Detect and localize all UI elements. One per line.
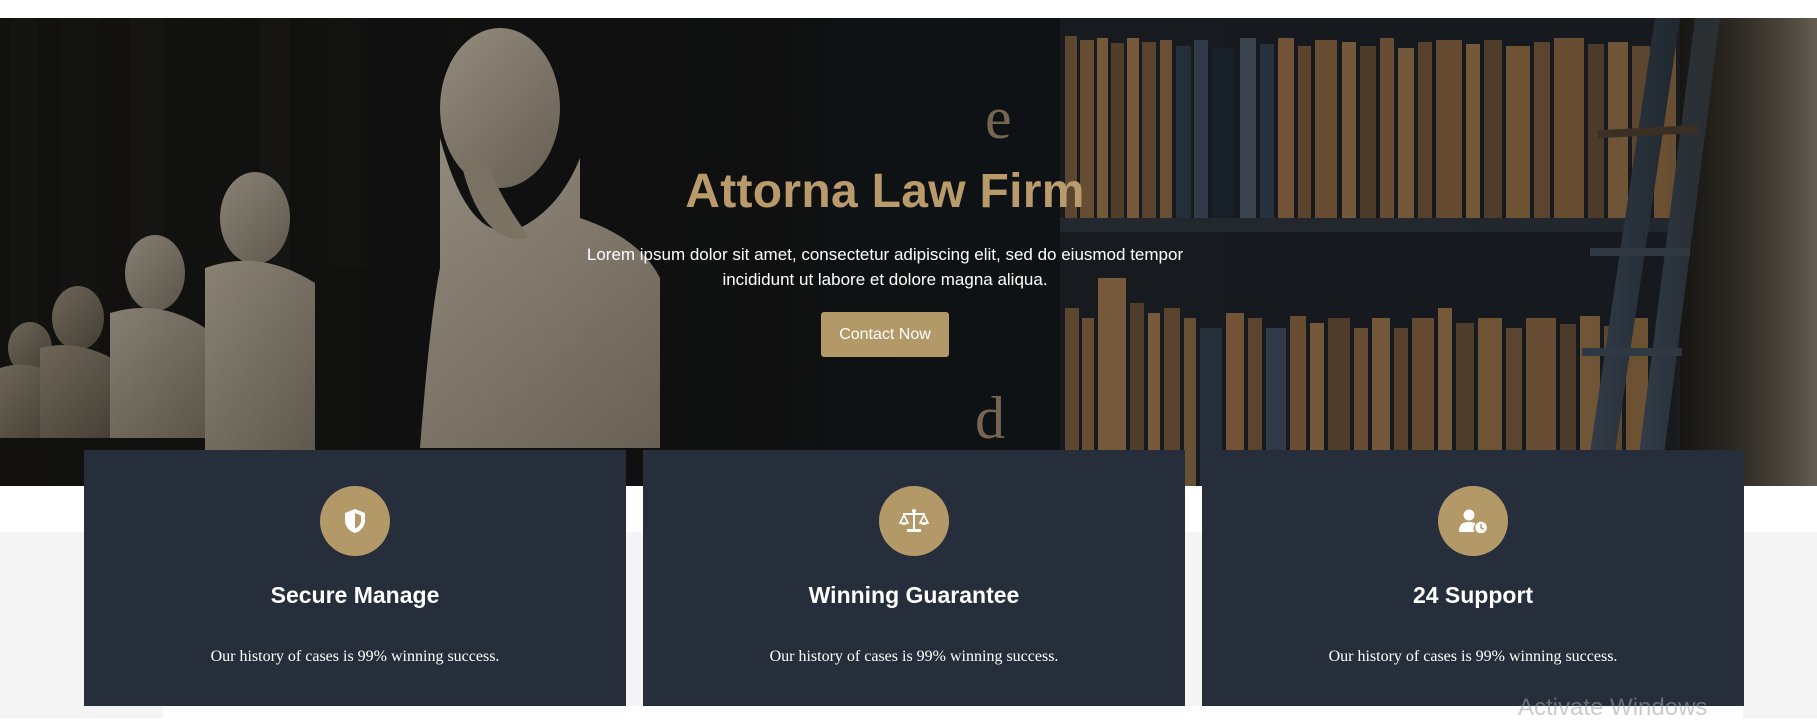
feature-card-24-support: 24 Support Our history of cases is 99% w… [1202, 450, 1744, 706]
feature-text: Our history of cases is 99% winning succ… [210, 648, 500, 665]
feature-title: Winning Guarantee [808, 582, 1020, 608]
hero-description: Lorem ipsum dolor sit amet, consectetur … [586, 245, 1184, 289]
feature-title: Secure Manage [270, 582, 440, 608]
shield-icon [320, 486, 390, 556]
feature-card-secure-manage: Secure Manage Our history of cases is 99… [84, 450, 626, 706]
user-clock-icon [1438, 486, 1508, 556]
scales-icon [879, 486, 949, 556]
contact-now-button[interactable]: Contact Now [821, 312, 949, 357]
feature-title: 24 Support [1412, 582, 1534, 608]
top-strip [0, 0, 1817, 18]
hero-section: e d Attorna Law Firm Lorem ipsum dolor s… [0, 18, 1817, 486]
feature-card-winning-guarantee: Winning Guarantee Our history of cases i… [643, 450, 1185, 706]
hero-title: Attorna Law Firm [685, 165, 1085, 218]
features-section-bottom [163, 706, 1743, 718]
feature-text: Our history of cases is 99% winning succ… [769, 648, 1059, 665]
hero-content: Attorna Law Firm Lorem ipsum dolor sit a… [0, 18, 1770, 486]
feature-text: Our history of cases is 99% winning succ… [1328, 648, 1618, 665]
